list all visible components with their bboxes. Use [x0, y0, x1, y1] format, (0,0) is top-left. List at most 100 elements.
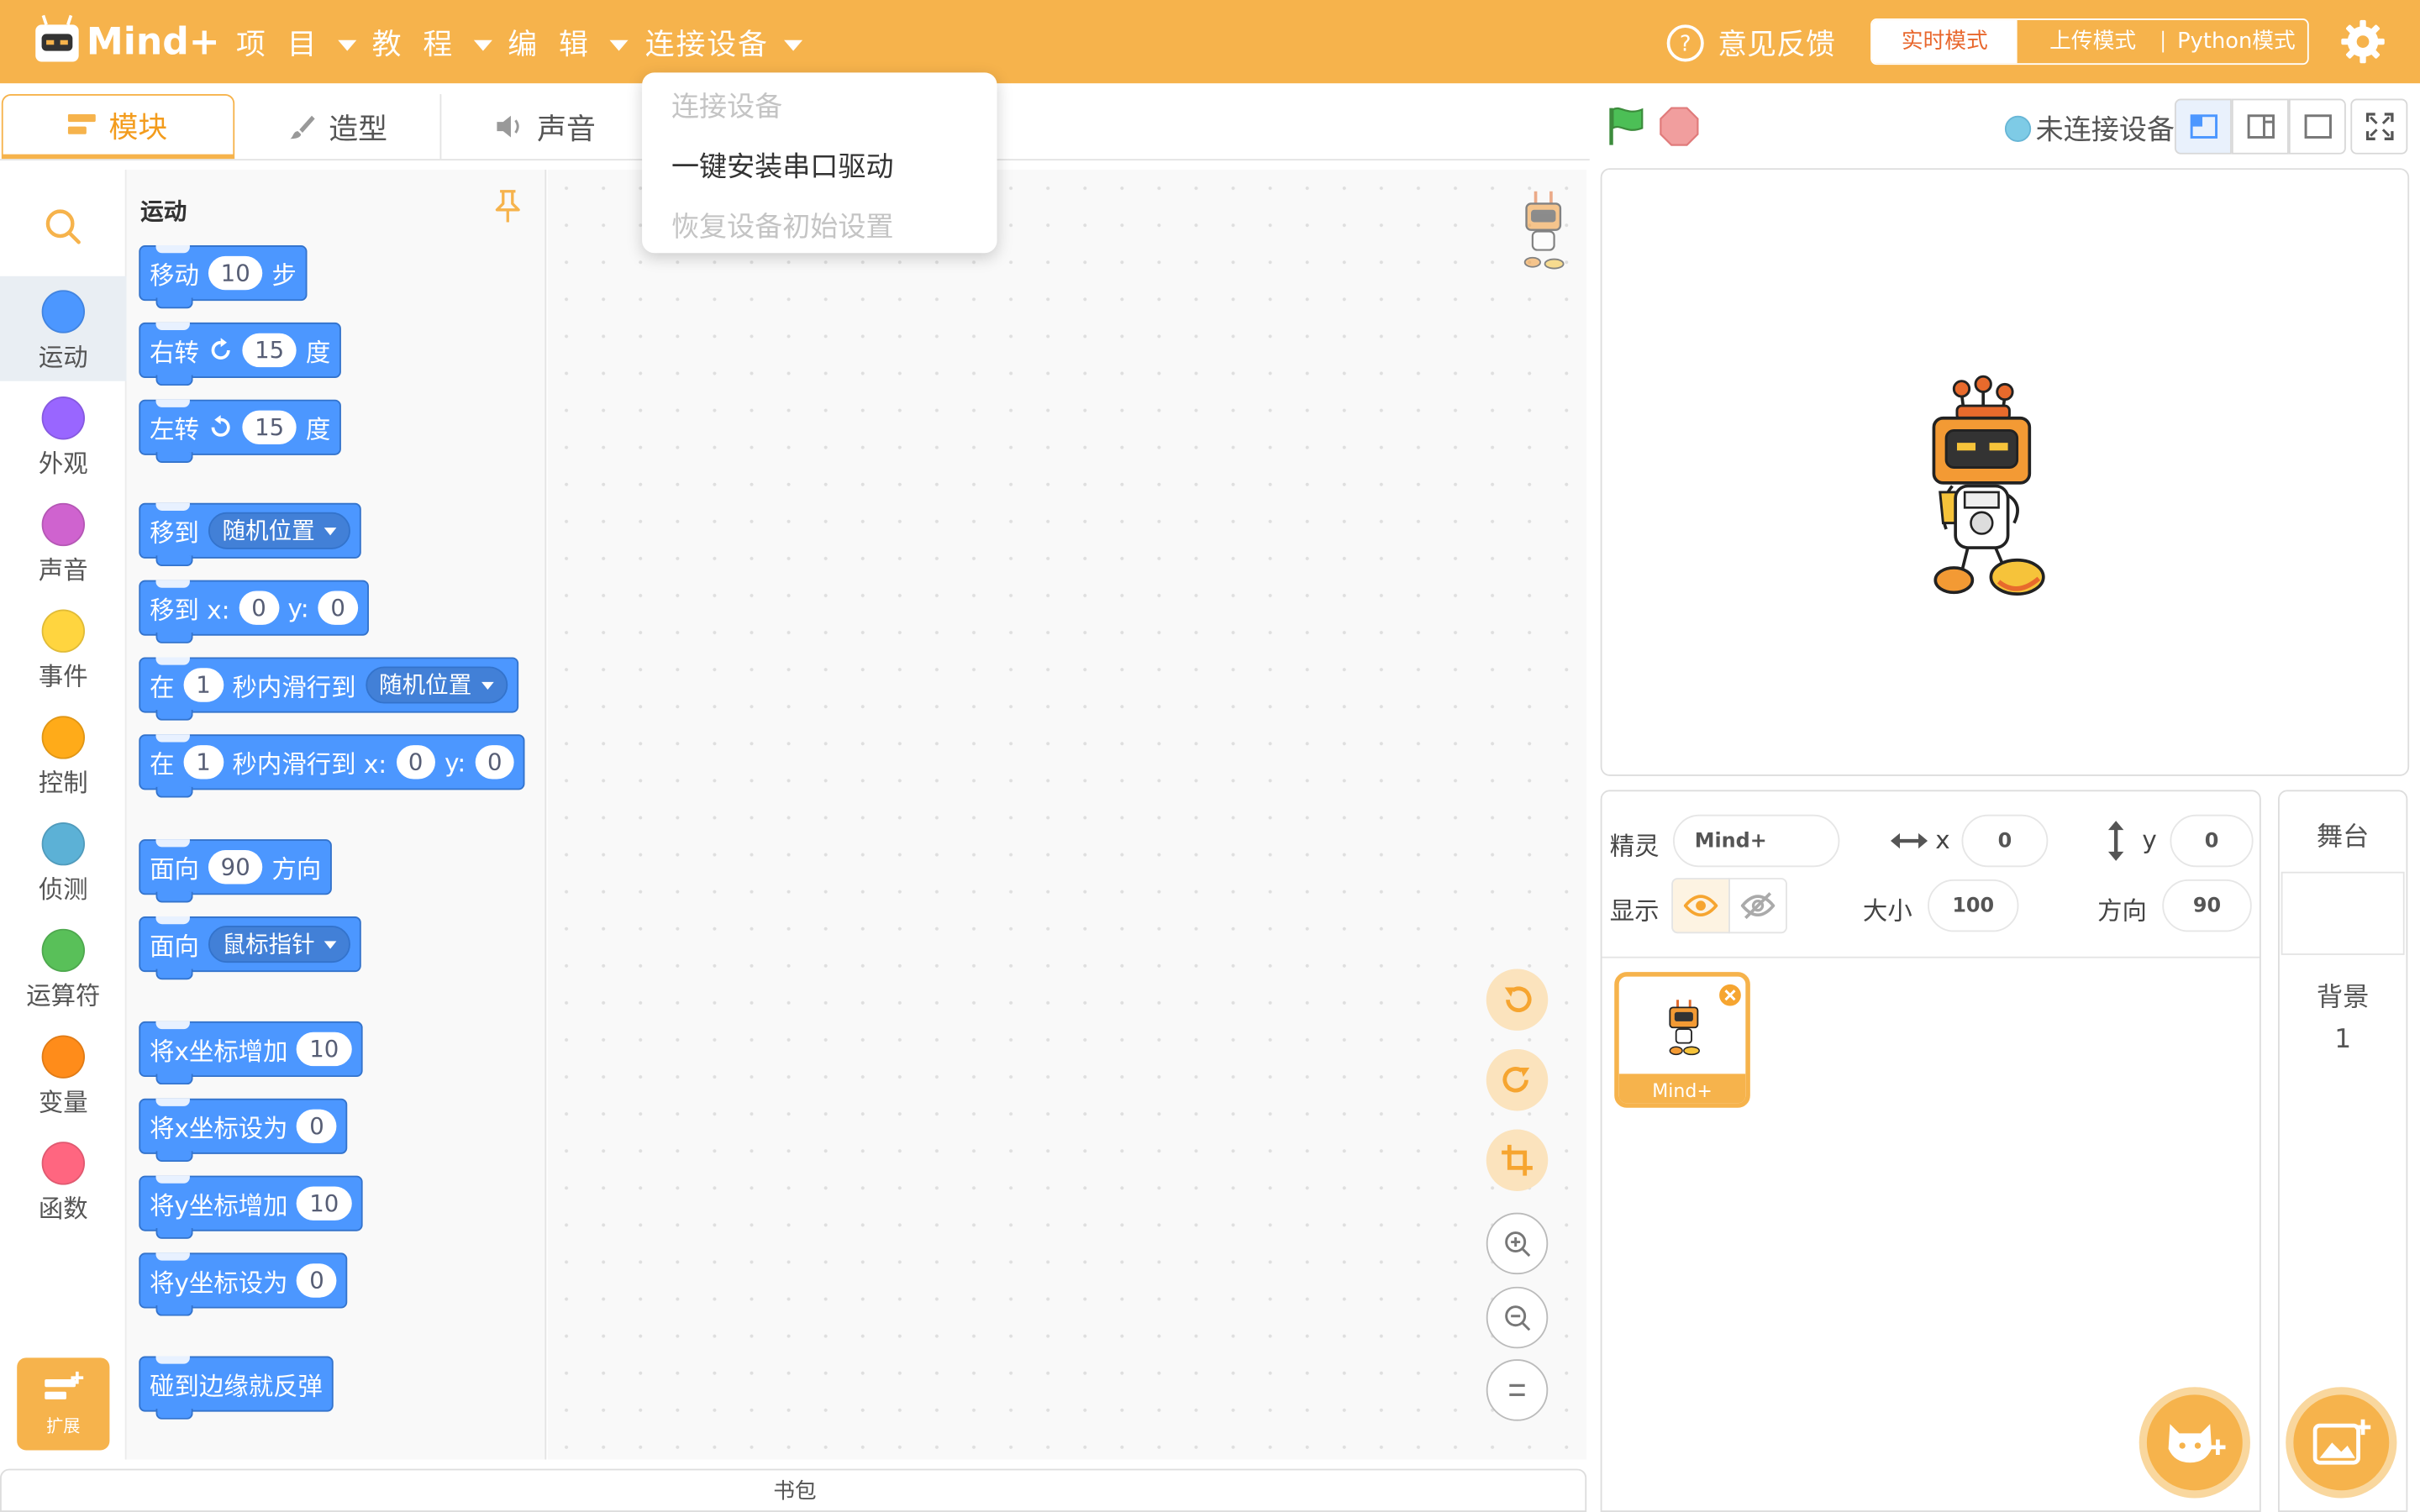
block-bounce[interactable]: 碰到边缘就反弹: [139, 1356, 334, 1420]
undo-button[interactable]: [1486, 969, 1549, 1031]
block-text: 秒内滑行到: [232, 672, 356, 702]
block-number-input[interactable]: 15: [242, 410, 297, 444]
feedback-button[interactable]: ? 意见反馈: [1665, 22, 1835, 64]
block-number-input[interactable]: 0: [297, 1109, 337, 1144]
block-number-input[interactable]: 0: [297, 1263, 337, 1298]
block-move-steps[interactable]: 移动 10 步: [139, 245, 308, 309]
extension-button[interactable]: 扩展: [17, 1357, 110, 1451]
block-dropdown[interactable]: 鼠标指针: [208, 926, 350, 963]
menu-project[interactable]: 项 目: [236, 22, 357, 64]
chevron-down-icon: [784, 39, 803, 51]
rotate-right-icon: [211, 338, 230, 360]
rotate-left-icon: [211, 415, 230, 437]
block-change-y[interactable]: 将y坐标增加 10: [139, 1175, 362, 1239]
backpack-bar[interactable]: 书包: [0, 1468, 1587, 1512]
category-motion[interactable]: 运动: [0, 276, 127, 381]
direction-field[interactable]: 90: [2162, 879, 2252, 932]
tab-costumes[interactable]: 造型: [236, 94, 442, 160]
stop-button[interactable]: [1658, 105, 1701, 148]
layout-small-stage-button[interactable]: [2174, 98, 2232, 155]
menu-tutorial[interactable]: 教 程: [372, 22, 493, 64]
block-number-input[interactable]: 90: [208, 850, 263, 885]
block-number-input[interactable]: 0: [396, 745, 436, 780]
category-events[interactable]: 事件: [0, 596, 127, 701]
block-number-input[interactable]: 0: [239, 591, 279, 625]
menu-edit[interactable]: 编 辑: [508, 22, 629, 64]
category-control[interactable]: 控制: [0, 702, 127, 807]
y-coordinate-field[interactable]: 0: [2170, 814, 2254, 868]
tab-blocks[interactable]: 模块: [1, 94, 235, 160]
category-variables[interactable]: 变量: [0, 1021, 127, 1126]
category-label: 函数: [38, 1194, 88, 1224]
tab-sounds[interactable]: 声音: [445, 94, 645, 159]
mode-upload[interactable]: 上传模式: [2020, 20, 2165, 63]
layout-normal-stage-button[interactable]: [2231, 98, 2289, 155]
show-sprite-button[interactable]: [1671, 878, 1730, 934]
block-number-input[interactable]: 15: [242, 333, 297, 368]
green-flag-button[interactable]: [1605, 105, 1648, 148]
mode-python[interactable]: Python模式: [2165, 20, 2307, 63]
chevron-down-icon: [338, 39, 357, 51]
delete-sprite-button[interactable]: [1718, 982, 1743, 1008]
category-looks[interactable]: 外观: [0, 383, 127, 488]
chevron-down-icon: [324, 940, 337, 948]
category-sound[interactable]: 声音: [0, 489, 127, 594]
block-dropdown[interactable]: 随机位置: [365, 666, 508, 704]
zoom-reset-button[interactable]: [1486, 1359, 1549, 1421]
block-glide-xy[interactable]: 在 1 秒内滑行到 x: 0 y: 0: [139, 734, 526, 798]
stage-canvas[interactable]: [1600, 168, 2410, 776]
block-glide-to[interactable]: 在 1 秒内滑行到 随机位置: [139, 657, 518, 721]
settings-button[interactable]: [2339, 18, 2386, 65]
fullscreen-button[interactable]: [2350, 98, 2408, 155]
add-backdrop-button[interactable]: [2286, 1387, 2397, 1499]
block-number-input[interactable]: 10: [208, 255, 263, 291]
sprite-name-field[interactable]: Mind+: [1673, 814, 1840, 868]
block-goto[interactable]: 移到 随机位置: [139, 502, 361, 567]
block-text: 移到: [150, 518, 199, 549]
size-field[interactable]: 100: [1928, 879, 2019, 932]
block-number-input[interactable]: 10: [297, 1186, 351, 1221]
hide-sprite-button[interactable]: [1728, 878, 1787, 934]
block-turn-right[interactable]: 右转 15 度: [139, 322, 342, 386]
mode-realtime[interactable]: 实时模式: [1871, 19, 2018, 64]
menu-item-restore-defaults: 恢复设备初始设置: [671, 211, 894, 244]
category-functions[interactable]: 函数: [0, 1128, 127, 1233]
category-operators[interactable]: 运算符: [0, 915, 127, 1020]
block-dropdown-label: 随机位置: [222, 517, 315, 545]
block-number-input[interactable]: 10: [297, 1032, 351, 1067]
block-point-towards[interactable]: 面向 鼠标指针: [139, 916, 361, 980]
robot-sprite-icon[interactable]: [1918, 375, 2057, 606]
block-goto-xy[interactable]: 移到 x: 0 y: 0: [139, 580, 369, 643]
zoom-in-button[interactable]: [1486, 1212, 1549, 1275]
layout-large-stage-button[interactable]: [2288, 98, 2346, 155]
category-dot: [41, 1035, 86, 1079]
block-dropdown[interactable]: 随机位置: [208, 512, 350, 549]
block-number-input[interactable]: 0: [475, 745, 515, 780]
block-number-input[interactable]: 1: [183, 745, 224, 780]
clean-up-button[interactable]: [1486, 1129, 1549, 1191]
add-sprite-button[interactable]: [2139, 1387, 2250, 1499]
block-turn-left[interactable]: 左转 15 度: [139, 399, 342, 464]
sprite-tile[interactable]: Mind+: [1614, 972, 1750, 1108]
tab-sounds-label: 声音: [537, 112, 596, 146]
block-set-y[interactable]: 将y坐标设为 0: [139, 1252, 348, 1316]
x-coordinate-field[interactable]: 0: [1961, 814, 2049, 868]
pin-icon[interactable]: [494, 188, 522, 225]
block-point-direction[interactable]: 面向 90 方向: [139, 839, 333, 903]
redo-button[interactable]: [1486, 1048, 1549, 1111]
app-logo[interactable]: Mind+: [31, 13, 220, 71]
block-text: 移动: [150, 260, 199, 291]
script-workspace[interactable]: [548, 170, 1587, 1460]
block-change-x[interactable]: 将x坐标增加 10: [139, 1021, 362, 1085]
block-set-x[interactable]: 将x坐标设为 0: [139, 1098, 348, 1163]
block-number-input[interactable]: 0: [318, 591, 358, 625]
stage-thumbnail[interactable]: [2281, 871, 2405, 955]
menu-connect-device[interactable]: 连接设备: [645, 22, 803, 64]
menu-project-label: 项 目: [236, 28, 323, 62]
block-number-input[interactable]: 1: [183, 668, 224, 702]
category-sensing[interactable]: 侦测: [0, 808, 127, 913]
block-text: 将y坐标增加: [150, 1190, 288, 1221]
search-button[interactable]: [43, 207, 83, 247]
menu-item-install-serial-driver[interactable]: 一键安装串口驱动: [671, 145, 893, 186]
zoom-out-button[interactable]: [1486, 1286, 1549, 1349]
